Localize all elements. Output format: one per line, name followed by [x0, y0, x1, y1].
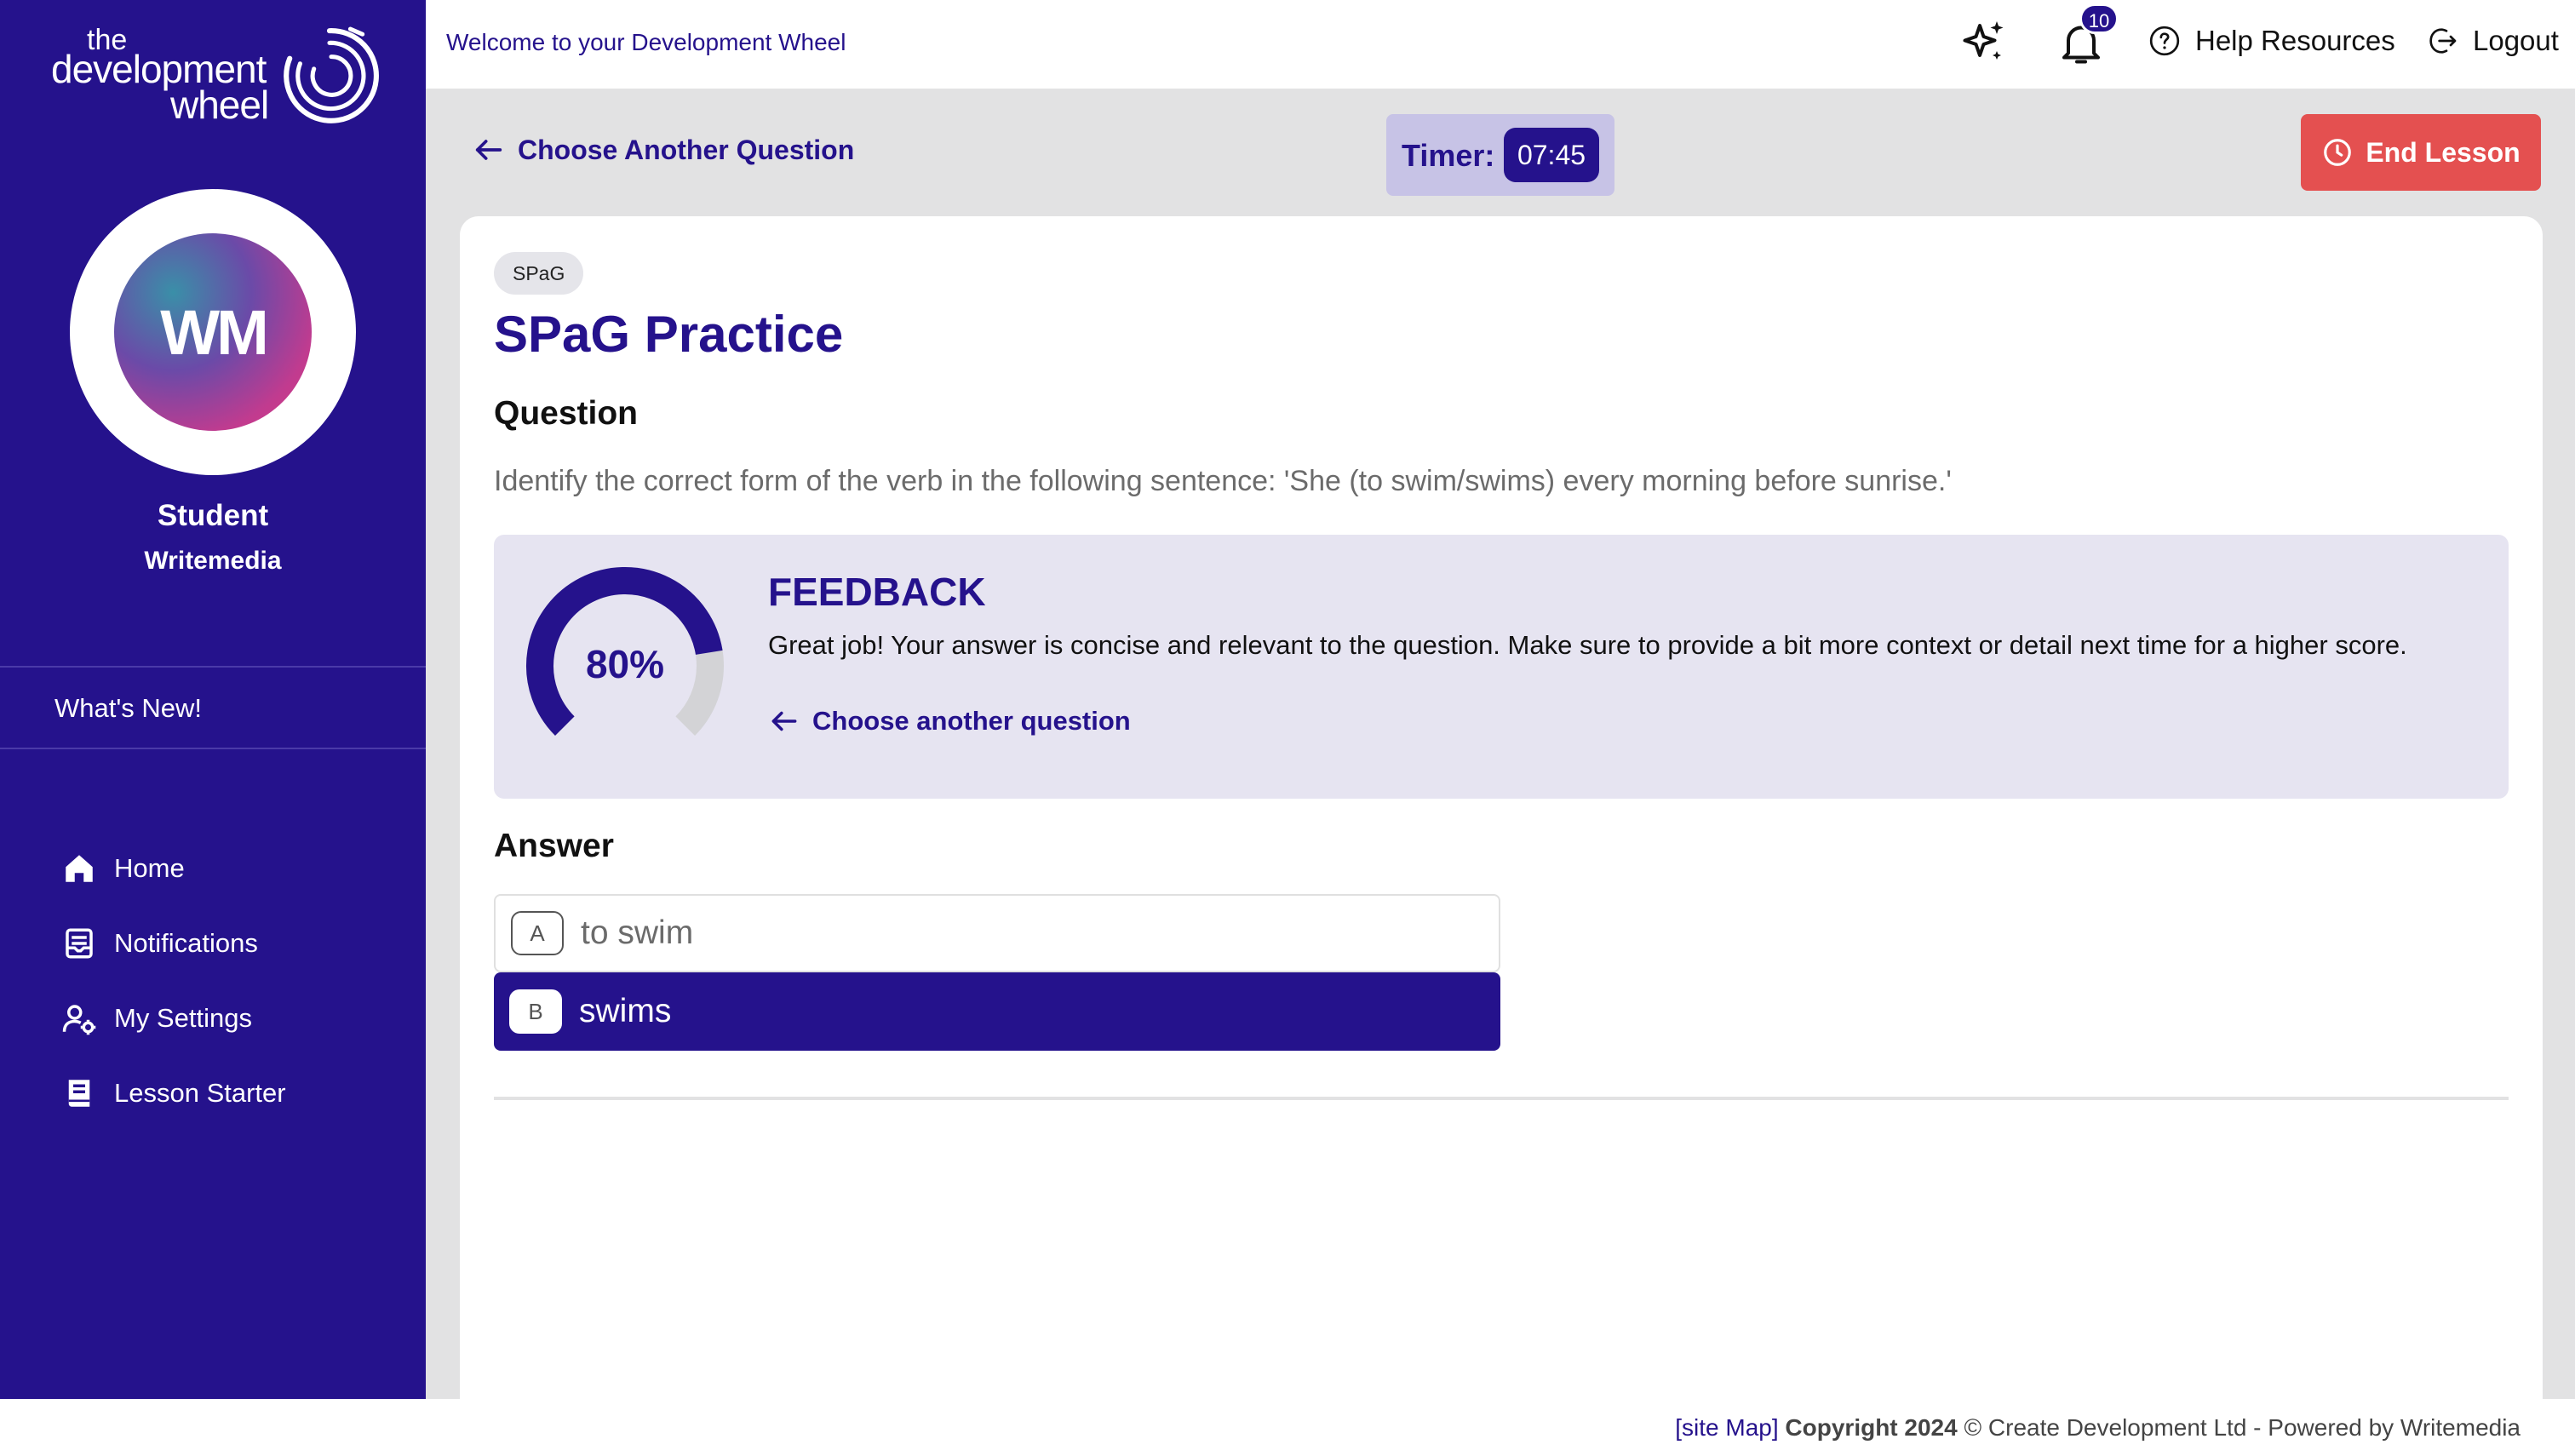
logout-label: Logout [2473, 25, 2559, 56]
sidebar-item-notifications[interactable]: Notifications [61, 918, 258, 969]
settings-user-icon [62, 1005, 96, 1035]
option-text: swims [579, 993, 672, 1029]
development-wheel-logo[interactable]: the development wheel [51, 20, 383, 131]
whats-new-link[interactable]: What's New! [0, 666, 426, 749]
sparkle-icon[interactable] [1958, 17, 2010, 68]
option-key: A [511, 911, 564, 955]
footer-text: [site Map] Copyright 2024 © Create Devel… [1675, 1414, 2521, 1442]
divider [494, 1097, 2509, 1100]
help-resources-link[interactable]: Help Resources [2148, 24, 2395, 58]
notification-count-badge: 10 [2079, 3, 2119, 34]
footer-credit: © Create Development Ltd - Powered by Wr… [1964, 1414, 2521, 1441]
choose-another-question-feedback-link[interactable]: Choose another question [768, 705, 1131, 737]
sidebar: the development wheel WM Student Writeme… [0, 0, 426, 1399]
notifications-icon [66, 928, 93, 959]
swirl-logo-icon [284, 26, 379, 123]
sidebar-item-lesson-starter[interactable]: Lesson Starter [61, 1068, 286, 1119]
site-map-link[interactable]: [site Map] [1675, 1414, 1778, 1441]
avatar: WM [70, 189, 356, 475]
logout-link[interactable]: Logout [2425, 24, 2559, 58]
help-resources-label: Help Resources [2195, 25, 2395, 56]
score-label: 80% [586, 642, 664, 686]
feedback-link-label: Choose another question [812, 706, 1131, 736]
sidebar-item-label: Notifications [114, 928, 258, 958]
choose-another-question-link[interactable]: Choose Another Question [472, 133, 854, 167]
avatar-image: WM [114, 233, 312, 431]
question-heading: Question [494, 395, 639, 432]
top-bar: Welcome to your Development Wheel 10 Hel… [426, 0, 2575, 89]
book-icon [68, 1080, 90, 1107]
sidebar-item-label: My Settings [114, 1003, 252, 1033]
feedback-text: Great job! Your answer is concise and re… [768, 630, 2407, 660]
page-title: SPaG Practice [494, 306, 844, 363]
timer-label: Timer: [1402, 138, 1495, 173]
arrow-left-icon [475, 140, 502, 160]
help-circle-icon [2149, 26, 2180, 56]
avatar-initials: WM [160, 296, 268, 368]
score-gauge: 80% [526, 567, 724, 737]
end-lesson-label: End Lesson [2366, 136, 2521, 168]
answer-option-a[interactable]: A to swim [494, 894, 1500, 972]
footer: [site Map] Copyright 2024 © Create Devel… [0, 1399, 2575, 1456]
answer-option-b[interactable]: B swims [494, 972, 1500, 1051]
feedback-title: FEEDBACK [768, 570, 986, 614]
whats-new-label: What's New! [54, 693, 203, 723]
user-organisation: Writemedia [144, 547, 282, 575]
timer-value: 07:45 [1504, 128, 1599, 182]
subject-tag: SPaG [494, 252, 584, 295]
user-name: Student [157, 499, 269, 532]
sidebar-item-my-settings[interactable]: My Settings [61, 993, 252, 1044]
feedback-panel: 80% FEEDBACK Great job! Your answer is c… [494, 535, 2509, 799]
question-text: Identify the correct form of the verb in… [494, 465, 1952, 497]
answer-heading: Answer [494, 828, 614, 864]
question-card: SPaG SPaG Practice Question Identify the… [460, 216, 2543, 1399]
option-text: to swim [581, 914, 694, 951]
back-link-label: Choose Another Question [518, 134, 855, 165]
copyright: Copyright 2024 [1785, 1414, 1958, 1441]
sidebar-item-label: Home [114, 853, 185, 883]
clock-icon [2324, 139, 2352, 166]
sidebar-item-label: Lesson Starter [114, 1078, 286, 1108]
arrow-left-icon [771, 711, 797, 731]
logout-icon [2429, 28, 2457, 54]
sidebar-item-home[interactable]: Home [61, 843, 185, 894]
end-lesson-button[interactable]: End Lesson [2301, 114, 2541, 191]
option-key: B [509, 989, 562, 1034]
home-icon [66, 855, 93, 882]
welcome-message: Welcome to your Development Wheel [446, 29, 846, 55]
logo-text-wheel: wheel [170, 83, 269, 127]
timer: Timer: 07:45 [1386, 114, 1614, 196]
